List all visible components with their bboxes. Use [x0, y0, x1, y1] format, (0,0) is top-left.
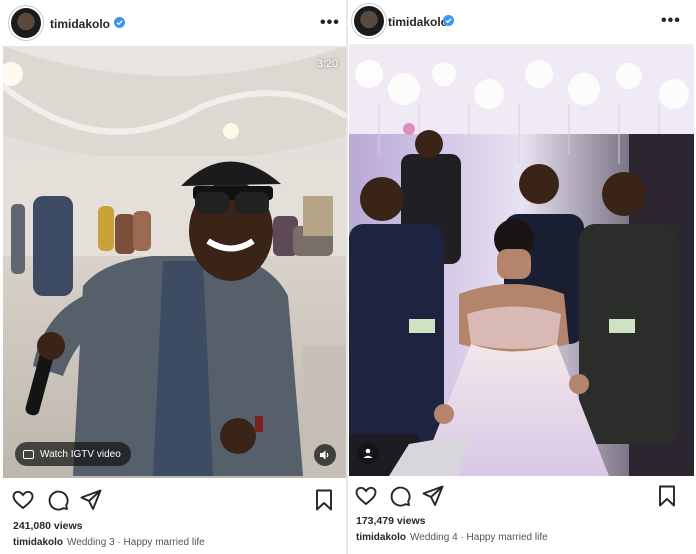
heart-icon[interactable] [11, 488, 35, 512]
bookmark-icon[interactable] [312, 488, 336, 512]
tv-icon [23, 449, 34, 459]
video-duration: 3:20 [316, 58, 338, 70]
view-count: 241,080 views [13, 520, 83, 532]
more-options-button[interactable]: ••• [661, 12, 681, 30]
caption-username[interactable]: timidakolo [356, 532, 406, 543]
view-count: 173,479 views [356, 515, 426, 527]
post-video[interactable] [349, 44, 694, 476]
tag-icon [363, 448, 373, 458]
post-header: timidakolo ••• [0, 0, 346, 46]
post-caption: timidakolo Wedding 3 · Happy married life [13, 537, 205, 548]
post-caption: timidakolo Wedding 4 · Happy married life [356, 532, 548, 543]
comment-icon[interactable] [46, 488, 70, 512]
share-icon[interactable] [79, 488, 103, 512]
avatar[interactable] [354, 6, 384, 36]
username[interactable]: timidakolo [388, 15, 448, 29]
video-frame [349, 44, 694, 476]
heart-icon[interactable] [354, 484, 378, 508]
share-icon[interactable] [421, 484, 445, 508]
watch-igtv-button[interactable]: Watch IGTV video [15, 442, 131, 466]
username[interactable]: timidakolo [50, 17, 110, 31]
volume-button[interactable] [314, 444, 336, 466]
watch-igtv-label: Watch IGTV video [40, 448, 121, 460]
avatar[interactable] [11, 8, 41, 38]
bookmark-icon[interactable] [655, 484, 679, 508]
caption-text: Wedding 3 · Happy married life [67, 537, 205, 548]
post-video[interactable]: 3:20 Watch IGTV video [3, 46, 346, 478]
post-actions [348, 484, 696, 510]
post-2: timidakolo ••• 173,479 views timidakolo … [348, 0, 696, 554]
volume-icon [320, 450, 329, 460]
post-1: timidakolo ••• 3:20 Watch IGTV video 241… [0, 0, 346, 554]
post-actions [0, 488, 346, 514]
verified-badge-icon [443, 15, 454, 26]
video-frame [3, 46, 346, 478]
caption-username[interactable]: timidakolo [13, 537, 63, 548]
more-options-button[interactable]: ••• [320, 14, 340, 32]
post-header: timidakolo ••• [348, 0, 696, 46]
comment-icon[interactable] [388, 484, 412, 508]
verified-badge-icon [114, 17, 125, 28]
tag-button[interactable] [357, 442, 379, 464]
caption-text: Wedding 4 · Happy married life [410, 532, 548, 543]
